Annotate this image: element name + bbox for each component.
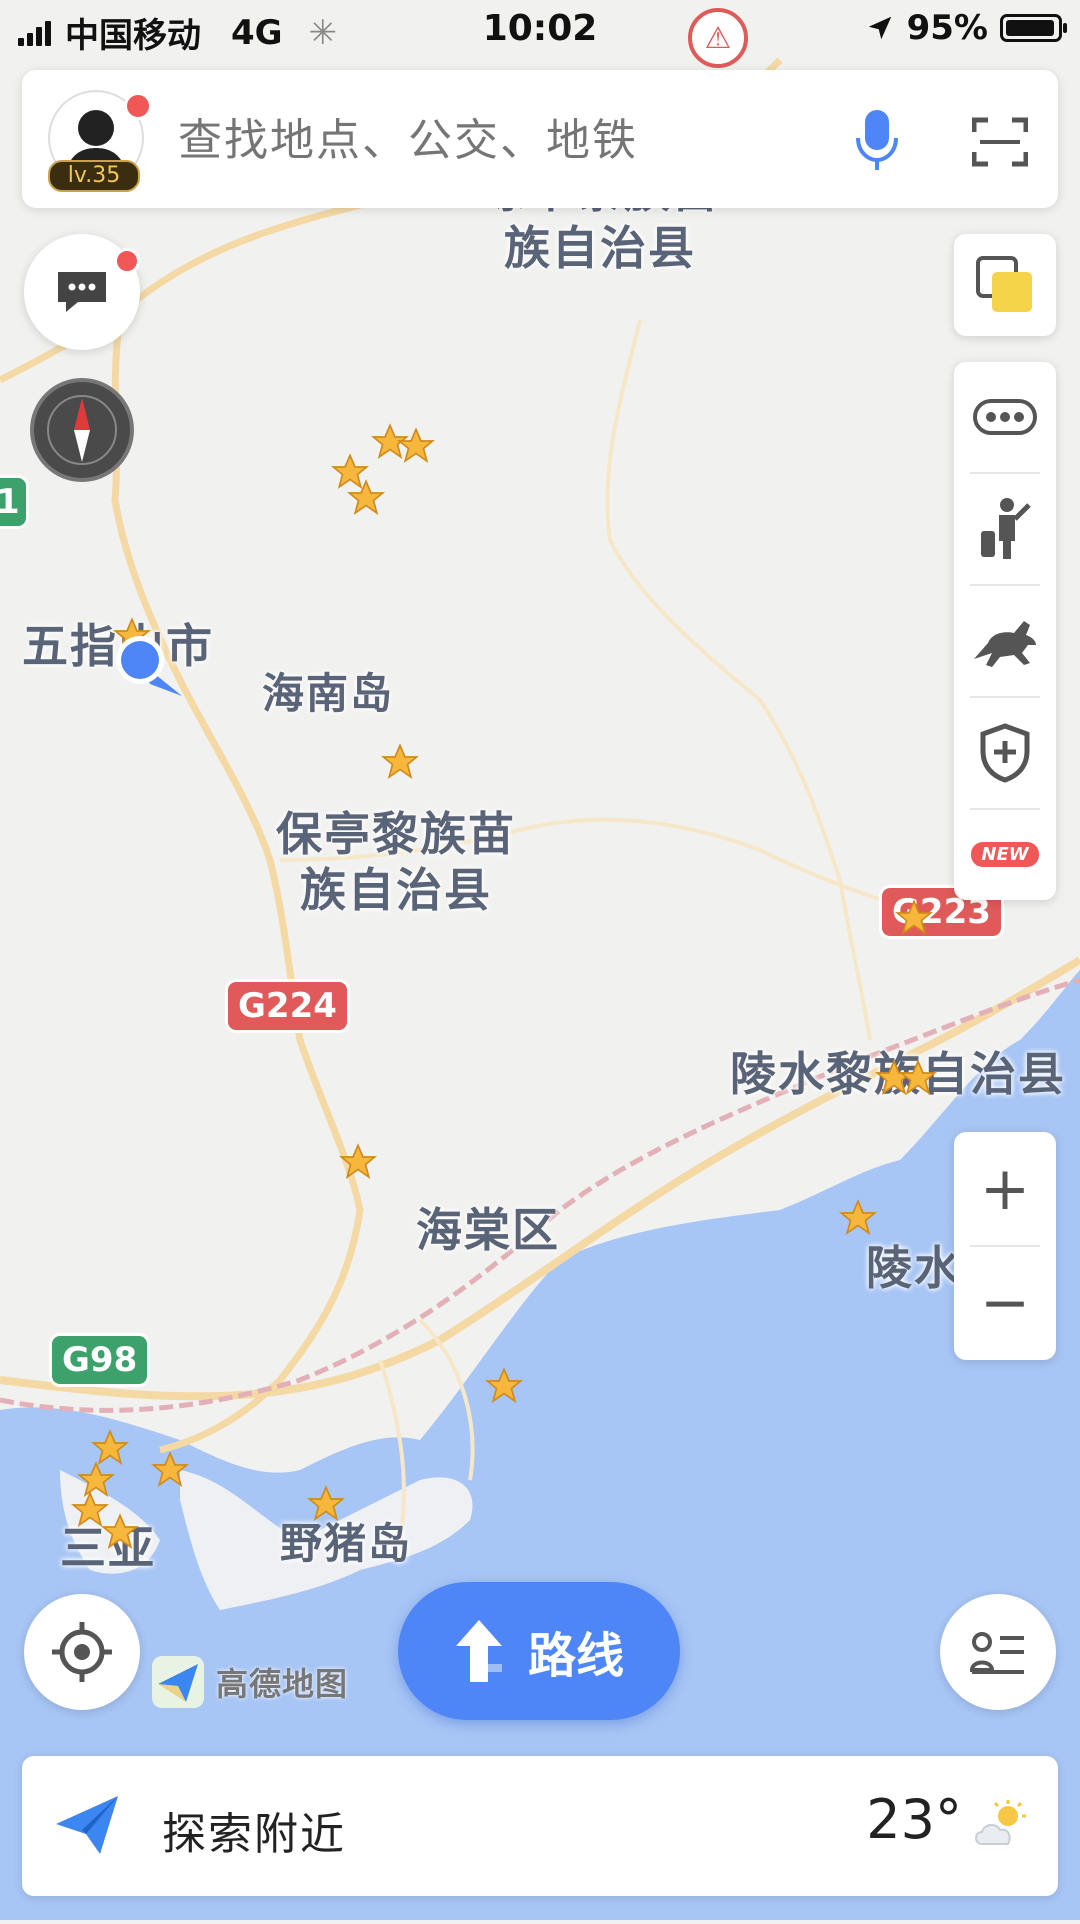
shield-plus-icon bbox=[980, 723, 1030, 783]
route-button-label: 路线 bbox=[527, 1628, 624, 1684]
search-bar[interactable]: lv.35 bbox=[22, 70, 1058, 208]
battery-icon bbox=[1000, 14, 1067, 42]
construction-icon: ⚠ bbox=[688, 8, 748, 68]
poi-star-icon[interactable] bbox=[484, 1366, 524, 1406]
safety-button[interactable] bbox=[954, 698, 1056, 808]
poi-star-icon[interactable] bbox=[150, 1450, 190, 1490]
place-label-hainan-island[interactable]: 海南岛 bbox=[262, 666, 394, 722]
route-button[interactable]: 路线 bbox=[398, 1582, 680, 1720]
route-arrow-icon bbox=[455, 1620, 502, 1682]
new-feature-button[interactable]: NEW bbox=[954, 808, 1056, 900]
horse-button[interactable] bbox=[954, 586, 1056, 696]
battery-fill bbox=[1006, 20, 1054, 36]
poi-star-icon[interactable] bbox=[396, 426, 436, 466]
layers-icon bbox=[976, 256, 1032, 312]
more-icon bbox=[973, 399, 1037, 435]
notification-dot bbox=[124, 92, 152, 120]
location-arrow-icon bbox=[868, 16, 891, 40]
layers-button[interactable] bbox=[954, 234, 1056, 336]
current-location-marker[interactable] bbox=[110, 632, 190, 702]
road-shield-g224: G224 bbox=[228, 982, 347, 1030]
place-label-baoting-line2: 族自治县 bbox=[300, 863, 492, 917]
place-label-haitang[interactable]: 海棠区 bbox=[416, 1202, 560, 1258]
search-input[interactable] bbox=[178, 110, 678, 170]
amap-logo: 高德地图 bbox=[150, 1654, 348, 1710]
travel-button[interactable] bbox=[954, 474, 1056, 584]
microphone-icon[interactable] bbox=[852, 108, 902, 172]
poi-star-icon[interactable] bbox=[838, 1198, 878, 1238]
poi-star-icon[interactable] bbox=[306, 1484, 346, 1524]
amap-logo-text: 高德地图 bbox=[216, 1665, 349, 1703]
place-label-yezhu-island[interactable]: 野猪岛 bbox=[280, 1516, 412, 1572]
zoom-controls: + − bbox=[954, 1132, 1056, 1360]
amap-logo-icon bbox=[152, 1656, 204, 1708]
level-badge: lv.35 bbox=[48, 160, 140, 192]
more-tools-button[interactable] bbox=[954, 362, 1056, 472]
explore-nearby-bar[interactable]: 探索附近 23° bbox=[22, 1756, 1058, 1896]
status-right: 95% bbox=[865, 8, 1067, 48]
zoom-in-label: + bbox=[979, 1154, 1031, 1224]
road-shield-g98: G98 bbox=[52, 1336, 148, 1384]
place-label-baoting-line1: 保亭黎族苗 bbox=[276, 807, 516, 861]
messages-notification-dot bbox=[114, 248, 140, 274]
poi-star-icon[interactable] bbox=[338, 1142, 378, 1182]
place-label-baoting[interactable]: 保亭黎族苗 族自治县 bbox=[276, 806, 516, 918]
traveler-icon bbox=[981, 498, 1031, 559]
commute-button[interactable] bbox=[940, 1594, 1056, 1710]
battery-percent: 95% bbox=[906, 8, 988, 48]
compass-button[interactable] bbox=[30, 378, 134, 482]
profile-card-icon bbox=[970, 1632, 1024, 1674]
explore-nearby-label: 探索附近 bbox=[162, 1809, 346, 1860]
horse-icon bbox=[974, 621, 1036, 667]
status-bar: 中国移动 4G ✳ 10:02 ⚠ 95% bbox=[0, 0, 1080, 68]
paper-plane-icon bbox=[56, 1796, 118, 1854]
locate-me-button[interactable] bbox=[24, 1594, 140, 1710]
crosshair-icon bbox=[52, 1622, 112, 1682]
new-badge: NEW bbox=[971, 841, 1039, 867]
compass-icon bbox=[47, 395, 117, 465]
road-shield-left-edge: 1 bbox=[0, 478, 26, 526]
poi-star-icon[interactable] bbox=[380, 742, 420, 782]
temperature-label: 23° bbox=[866, 1788, 962, 1851]
scan-icon[interactable] bbox=[972, 116, 1028, 168]
place-label-qiongzhong-line2: 族自治县 bbox=[504, 221, 696, 275]
tools-panel: NEW bbox=[954, 362, 1056, 900]
chat-bubble-icon bbox=[58, 272, 106, 312]
partly-cloudy-icon bbox=[975, 1800, 1026, 1845]
place-label-lingshui[interactable]: 陵水 bbox=[866, 1240, 962, 1296]
poi-star-icon[interactable] bbox=[898, 1058, 938, 1098]
zoom-in-button[interactable]: + bbox=[954, 1132, 1056, 1246]
zoom-out-button[interactable]: − bbox=[954, 1246, 1056, 1360]
poi-star-icon[interactable] bbox=[100, 1512, 140, 1552]
poi-star-icon[interactable] bbox=[894, 898, 934, 938]
poi-star-icon[interactable] bbox=[346, 478, 386, 518]
zoom-out-label: − bbox=[979, 1268, 1031, 1338]
